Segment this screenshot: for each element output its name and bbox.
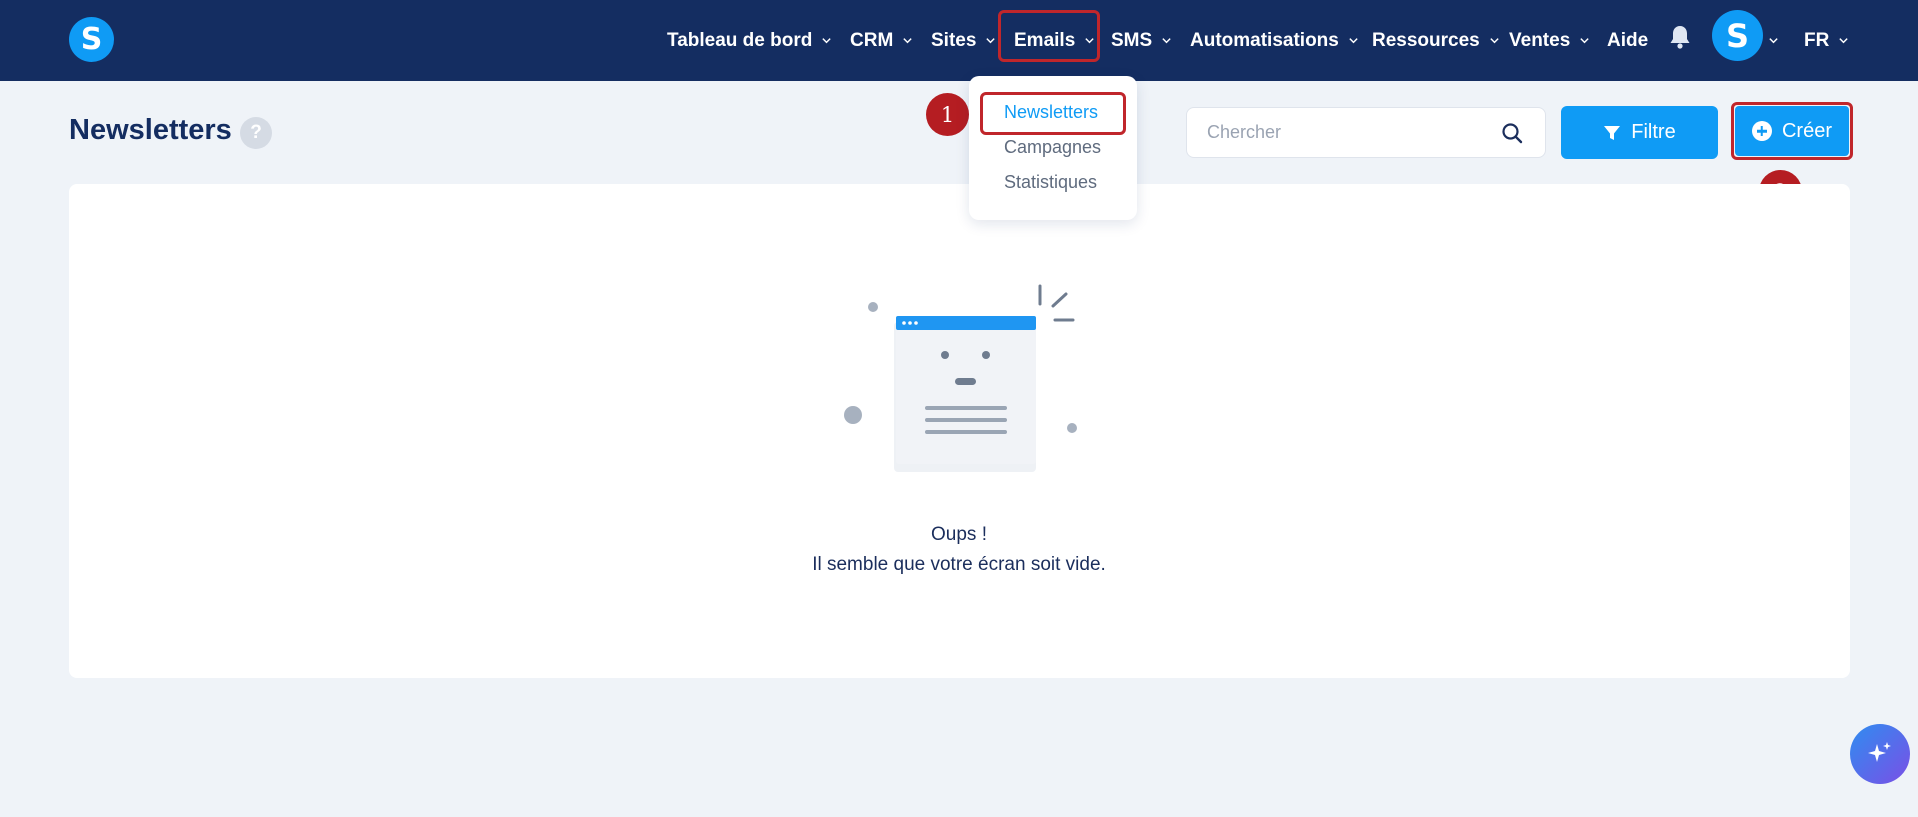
search-box[interactable] — [1186, 107, 1546, 158]
chevron-down-icon — [1162, 38, 1171, 44]
chevron-down-icon — [1349, 38, 1358, 44]
language-selector[interactable]: FR — [1804, 0, 1849, 81]
chevron-down-icon — [1490, 38, 1499, 44]
nav-item-label: Automatisations — [1190, 29, 1339, 51]
nav-item-label: CRM — [850, 29, 894, 51]
chevron-down-icon — [1839, 38, 1849, 44]
bell-icon[interactable] — [1668, 24, 1692, 50]
nav-item-sms[interactable]: SMS — [1111, 0, 1172, 81]
create-button-label: Créer — [1781, 119, 1832, 142]
page-title: Newsletters — [69, 114, 232, 146]
nav-item-label: Ressources — [1372, 29, 1480, 51]
menu-item-statistiques[interactable]: Statistiques — [1004, 172, 1097, 193]
top-navigation-bar: S Tableau de bord CRM Sites Emails SMS A… — [0, 0, 1918, 81]
sparkle-icon — [1868, 742, 1891, 762]
filter-button[interactable]: Filtre — [1561, 106, 1718, 159]
nav-item-automatisations[interactable]: Automatisations — [1190, 0, 1359, 81]
create-button[interactable]: Créer — [1735, 106, 1849, 156]
chevron-down-icon — [822, 38, 832, 44]
nav-item-label: Sites — [931, 29, 977, 51]
nav-item-ventes[interactable]: Ventes — [1509, 0, 1590, 81]
nav-item-tableau-de-bord[interactable]: Tableau de bord — [667, 0, 832, 81]
nav-item-aide[interactable]: Aide — [1607, 0, 1648, 81]
avatar-menu-toggle[interactable] — [1768, 0, 1779, 81]
empty-state-subtitle: Il semble que votre écran soit vide. — [812, 554, 1106, 575]
nav-item-label: Ventes — [1509, 29, 1571, 51]
nav-item-label: SMS — [1111, 29, 1153, 51]
help-icon[interactable]: ? — [240, 117, 272, 149]
empty-state-title: Oups ! — [931, 524, 987, 545]
chevron-down-icon — [986, 38, 996, 44]
empty-state-illustration — [844, 284, 1077, 472]
filter-button-label: Filtre — [1631, 121, 1676, 143]
nav-item-ressources[interactable]: Ressources — [1372, 0, 1500, 81]
search-icon[interactable] — [1501, 122, 1523, 144]
menu-item-campagnes[interactable]: Campagnes — [1004, 137, 1101, 158]
nav-item-label: Aide — [1607, 29, 1649, 51]
nav-item-crm[interactable]: CRM — [850, 0, 913, 81]
assistant-sparkle-button[interactable] — [1850, 724, 1910, 784]
emails-highlight-frame — [998, 10, 1100, 62]
plus-circle-icon — [1751, 121, 1772, 141]
funnel-icon — [1604, 125, 1621, 140]
nav-item-sites[interactable]: Sites — [931, 0, 996, 81]
newsletters-highlight-frame — [980, 92, 1126, 135]
language-label: FR — [1804, 29, 1830, 51]
chevron-down-icon — [1580, 38, 1589, 44]
nav-item-label: Tableau de bord — [667, 29, 813, 51]
chevron-down-icon — [1769, 38, 1778, 44]
step-badge-1: 1 — [926, 93, 969, 136]
search-input[interactable] — [1207, 122, 1487, 143]
chevron-down-icon — [903, 38, 912, 44]
user-avatar[interactable]: S — [1712, 10, 1763, 61]
brand-logo[interactable]: S — [69, 17, 114, 62]
